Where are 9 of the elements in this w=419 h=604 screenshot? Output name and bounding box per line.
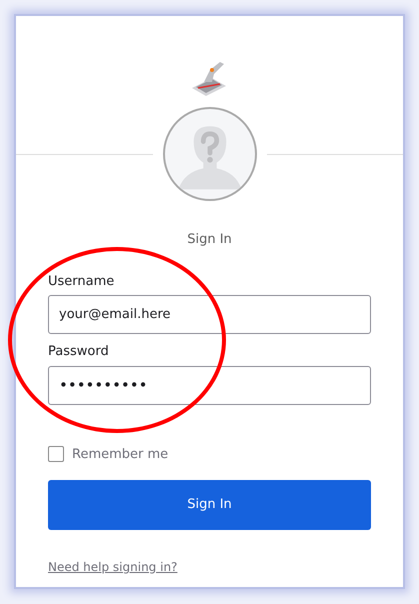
password-field[interactable]: •••••••••• xyxy=(48,366,371,404)
remember-label: Remember me xyxy=(72,446,168,464)
username-field[interactable]: your@email.here xyxy=(48,295,371,334)
help-link[interactable]: Need help signing in? xyxy=(48,560,178,574)
remember-checkbox[interactable] xyxy=(48,446,64,462)
password-label: Password xyxy=(48,343,110,361)
sign-in-button[interactable]: Sign In xyxy=(48,480,371,530)
username-label: Username xyxy=(48,272,116,290)
form-title: Sign In xyxy=(186,231,233,249)
